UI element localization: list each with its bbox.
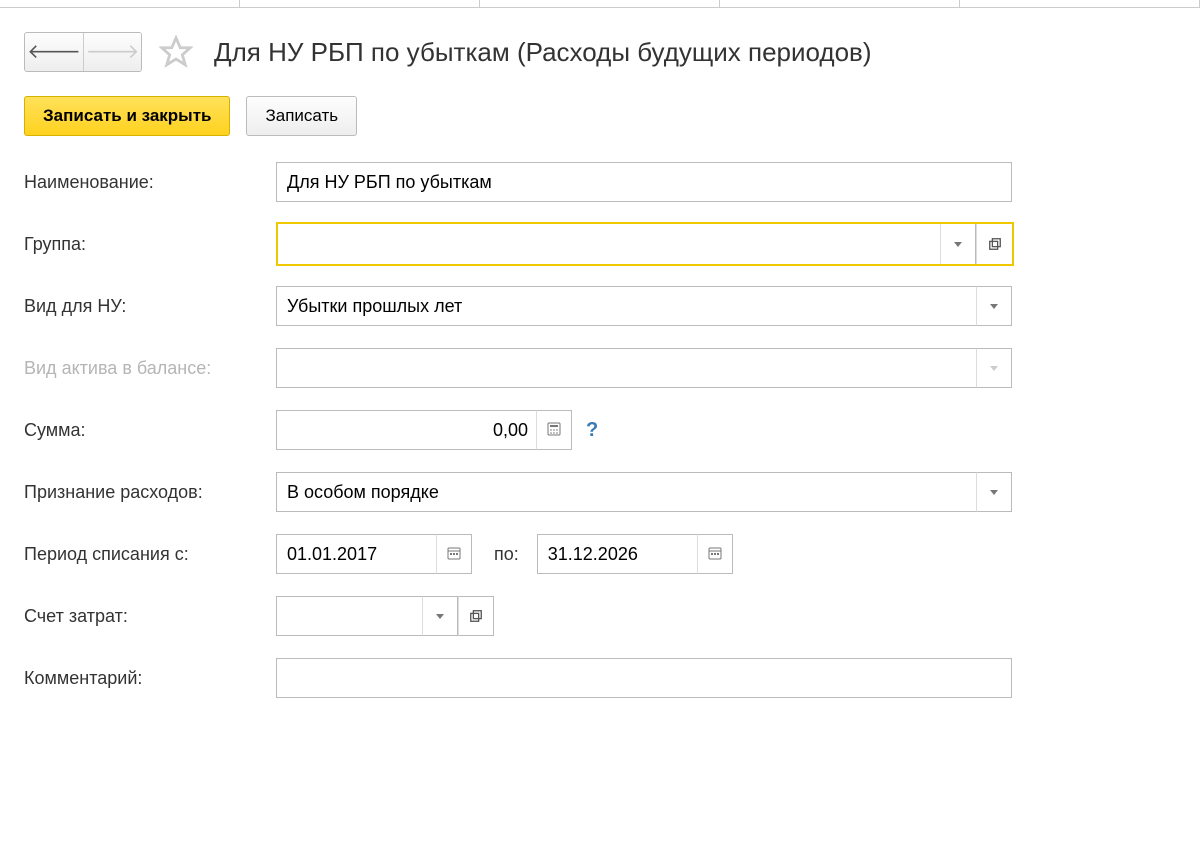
tab-strip-placeholder — [0, 0, 1200, 8]
chevron-down-icon — [990, 490, 998, 495]
chevron-down-icon — [954, 242, 962, 247]
asset-type-dropdown-button — [976, 348, 1012, 388]
calculator-icon — [547, 422, 561, 439]
nav-buttons: 🡐 🡒 — [24, 32, 142, 72]
form-body: Записать и закрыть Записать Наименование… — [0, 96, 1200, 744]
recognition-input[interactable] — [276, 472, 976, 512]
group-open-button[interactable] — [976, 224, 1012, 264]
amount-calculator-button[interactable] — [536, 410, 572, 450]
comment-label: Комментарий: — [24, 668, 276, 689]
cost-account-dropdown-button[interactable] — [422, 596, 458, 636]
period-from-date-button[interactable] — [436, 534, 472, 574]
recognition-label: Признание расходов: — [24, 482, 276, 503]
cost-account-label: Счет затрат: — [24, 606, 276, 627]
arrow-right-icon: 🡒 — [86, 42, 140, 62]
toolbar: Записать и закрыть Записать — [24, 96, 1176, 136]
period-to-input[interactable] — [537, 534, 697, 574]
group-dropdown-button[interactable] — [940, 224, 976, 264]
type-nu-input[interactable] — [276, 286, 976, 326]
open-dialog-icon — [469, 609, 483, 623]
asset-type-input — [276, 348, 976, 388]
group-label: Группа: — [24, 234, 276, 255]
type-nu-label: Вид для НУ: — [24, 296, 276, 317]
arrow-left-icon: 🡐 — [27, 42, 81, 62]
period-to-date-button[interactable] — [697, 534, 733, 574]
period-from-label: Период списания с: — [24, 544, 276, 565]
type-nu-dropdown-button[interactable] — [976, 286, 1012, 326]
open-dialog-icon — [988, 237, 1002, 251]
comment-input[interactable] — [276, 658, 1012, 698]
amount-input[interactable] — [276, 410, 536, 450]
save-and-close-button[interactable]: Записать и закрыть — [24, 96, 230, 136]
cost-account-input[interactable] — [276, 596, 422, 636]
calendar-icon — [446, 545, 462, 564]
nav-back-button[interactable]: 🡐 — [25, 33, 83, 71]
chevron-down-icon — [990, 304, 998, 309]
form-header: 🡐 🡒 Для НУ РБП по убыткам (Расходы будущ… — [0, 8, 1200, 96]
name-label: Наименование: — [24, 172, 276, 193]
calendar-icon — [707, 545, 723, 564]
amount-help-link[interactable]: ? — [586, 419, 598, 442]
chevron-down-icon — [990, 366, 998, 371]
nav-forward-button[interactable]: 🡒 — [83, 33, 141, 71]
chevron-down-icon — [436, 614, 444, 619]
save-button[interactable]: Записать — [246, 96, 357, 136]
group-input[interactable] — [278, 224, 940, 264]
page-title: Для НУ РБП по убыткам (Расходы будущих п… — [214, 37, 872, 68]
asset-type-label: Вид актива в балансе: — [24, 358, 276, 379]
favorite-star-button[interactable] — [158, 34, 194, 70]
star-icon — [159, 35, 193, 69]
amount-label: Сумма: — [24, 420, 276, 441]
period-to-label: по: — [494, 544, 519, 565]
cost-account-open-button[interactable] — [458, 596, 494, 636]
recognition-dropdown-button[interactable] — [976, 472, 1012, 512]
name-input[interactable] — [276, 162, 1012, 202]
period-from-input[interactable] — [276, 534, 436, 574]
